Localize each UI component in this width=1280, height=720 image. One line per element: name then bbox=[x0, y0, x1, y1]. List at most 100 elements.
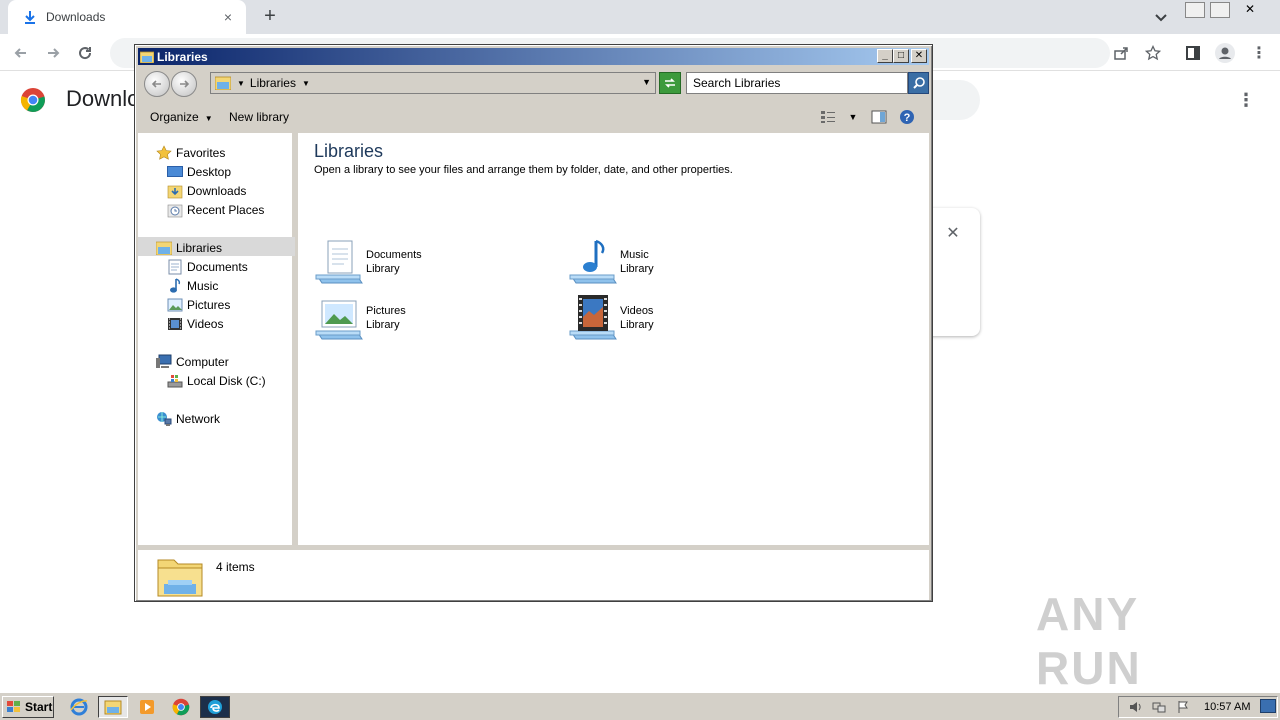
taskbar-edge[interactable] bbox=[200, 696, 230, 718]
library-name: Documents bbox=[366, 249, 422, 261]
nav-item-videos[interactable]: Videos bbox=[167, 314, 223, 333]
nav-item-local-disk[interactable]: Local Disk (C:) bbox=[167, 371, 266, 390]
chrome-logo-icon bbox=[20, 88, 45, 112]
taskbar-ie[interactable] bbox=[64, 696, 94, 718]
more-options-button[interactable]: ⋮ bbox=[1236, 90, 1256, 110]
chrome-restore-button[interactable] bbox=[1210, 2, 1230, 18]
nav-item-network[interactable]: Network bbox=[156, 409, 220, 428]
view-list-icon bbox=[821, 111, 835, 123]
edge-icon bbox=[208, 700, 222, 714]
back-button[interactable] bbox=[144, 71, 170, 97]
library-type: Library bbox=[366, 263, 400, 275]
network-icon bbox=[157, 411, 172, 426]
new-tab-button[interactable]: + bbox=[258, 5, 282, 29]
action-center-icon[interactable] bbox=[1175, 699, 1191, 715]
details-pane: 4 items bbox=[138, 547, 929, 600]
refresh-icon bbox=[665, 78, 675, 88]
chrome-minimize-button[interactable] bbox=[1185, 2, 1205, 18]
chrome-close-button[interactable]: ✕ bbox=[1240, 2, 1260, 18]
forward-button[interactable] bbox=[171, 71, 197, 97]
content-description: Open a library to see your files and arr… bbox=[314, 164, 733, 176]
organize-menu[interactable]: Organize ▼ bbox=[150, 110, 213, 124]
library-music[interactable]: Music Library bbox=[568, 237, 788, 289]
tab-title: Downloads bbox=[46, 10, 106, 24]
media-player-icon bbox=[140, 700, 154, 714]
breadcrumb-libraries[interactable]: Libraries bbox=[250, 76, 296, 90]
avatar-icon bbox=[1215, 43, 1235, 63]
library-pictures[interactable]: Pictures Library bbox=[314, 293, 534, 345]
maximize-button[interactable]: □ bbox=[893, 49, 909, 63]
close-button[interactable]: ✕ bbox=[911, 49, 927, 63]
folder-icon bbox=[104, 700, 122, 715]
network-tray-icon[interactable] bbox=[1151, 699, 1167, 715]
svg-text:?: ? bbox=[904, 112, 911, 124]
library-documents[interactable]: Documents Library bbox=[314, 237, 534, 289]
music-note-icon bbox=[170, 277, 181, 293]
volume-icon[interactable] bbox=[1127, 699, 1143, 715]
libraries-icon bbox=[157, 559, 203, 597]
taskbar-chrome[interactable] bbox=[166, 696, 196, 718]
nav-item-libraries[interactable]: Libraries bbox=[156, 238, 222, 257]
back-button[interactable] bbox=[8, 40, 34, 66]
arrow-right-icon bbox=[48, 48, 60, 58]
library-name: Music bbox=[620, 249, 649, 261]
nav-label: Music bbox=[187, 278, 219, 293]
address-bar[interactable]: ▼ Libraries ▼ ▼ bbox=[210, 72, 656, 94]
start-button[interactable]: Start bbox=[2, 696, 54, 718]
nav-item-pictures[interactable]: Pictures bbox=[167, 295, 230, 314]
show-desktop-icon[interactable] bbox=[1260, 699, 1276, 713]
desktop-icon bbox=[167, 165, 183, 177]
new-library-button[interactable]: New library bbox=[229, 110, 289, 124]
profile-button[interactable] bbox=[1212, 40, 1238, 66]
card-close-button[interactable]: ✕ bbox=[944, 225, 962, 243]
libraries-icon bbox=[215, 76, 231, 90]
reload-button[interactable] bbox=[72, 40, 98, 66]
view-dropdown-icon[interactable]: ▼ bbox=[844, 108, 862, 126]
nav-label: Documents bbox=[187, 259, 248, 274]
arrow-right-icon bbox=[180, 80, 190, 88]
chrome-menu-button[interactable]: ⋮ bbox=[1246, 40, 1272, 66]
tab-close-button[interactable]: × bbox=[220, 9, 236, 25]
address-dropdown-icon[interactable]: ▼ bbox=[642, 77, 651, 87]
videos-library-icon bbox=[569, 295, 617, 340]
side-panel-button[interactable] bbox=[1180, 40, 1206, 66]
film-icon bbox=[168, 317, 182, 330]
search-button[interactable] bbox=[908, 72, 929, 94]
share-icon bbox=[1114, 47, 1128, 60]
bookmark-button[interactable] bbox=[1140, 40, 1166, 66]
nav-item-desktop[interactable]: Desktop bbox=[167, 162, 231, 181]
side-panel-icon bbox=[1186, 46, 1200, 60]
pictures-library-icon bbox=[315, 300, 363, 340]
title-bar[interactable]: Libraries _ □ ✕ bbox=[138, 48, 929, 65]
nav-item-music[interactable]: Music bbox=[167, 276, 218, 295]
taskbar-media-player[interactable] bbox=[132, 696, 162, 718]
breadcrumb-arrow-icon[interactable]: ▼ bbox=[237, 79, 245, 88]
clock[interactable]: 10:57 AM bbox=[1204, 701, 1250, 713]
nav-item-computer[interactable]: Computer bbox=[156, 352, 229, 371]
taskbar-explorer[interactable] bbox=[98, 696, 128, 718]
share-button[interactable] bbox=[1108, 40, 1134, 66]
tab-downloads[interactable]: Downloads × bbox=[8, 0, 246, 34]
star-icon bbox=[1145, 45, 1161, 61]
nav-item-recent-places[interactable]: Recent Places bbox=[167, 200, 264, 219]
help-button[interactable]: ? bbox=[898, 108, 916, 126]
music-library-icon bbox=[569, 239, 617, 284]
computer-icon bbox=[156, 354, 172, 368]
chevron-down-icon[interactable] bbox=[1150, 6, 1172, 28]
system-tray bbox=[1118, 696, 1278, 718]
window-title: Libraries bbox=[157, 49, 208, 64]
forward-button[interactable] bbox=[40, 40, 66, 66]
breadcrumb-arrow-icon[interactable]: ▼ bbox=[302, 79, 310, 88]
minimize-button[interactable]: _ bbox=[877, 49, 893, 63]
search-input[interactable]: Search Libraries bbox=[686, 72, 908, 94]
change-view-button[interactable] bbox=[819, 108, 837, 126]
command-bar: Organize ▼ New library ▼ ? bbox=[138, 103, 929, 131]
preview-pane-button[interactable] bbox=[870, 108, 888, 126]
arrow-left-icon bbox=[14, 48, 26, 58]
library-videos[interactable]: Videos Library bbox=[568, 293, 788, 345]
nav-item-favorites[interactable]: Favorites bbox=[156, 143, 225, 162]
nav-item-downloads[interactable]: Downloads bbox=[167, 181, 246, 200]
arrow-left-icon bbox=[151, 80, 161, 88]
refresh-button[interactable] bbox=[659, 72, 681, 94]
nav-item-documents[interactable]: Documents bbox=[167, 257, 248, 276]
